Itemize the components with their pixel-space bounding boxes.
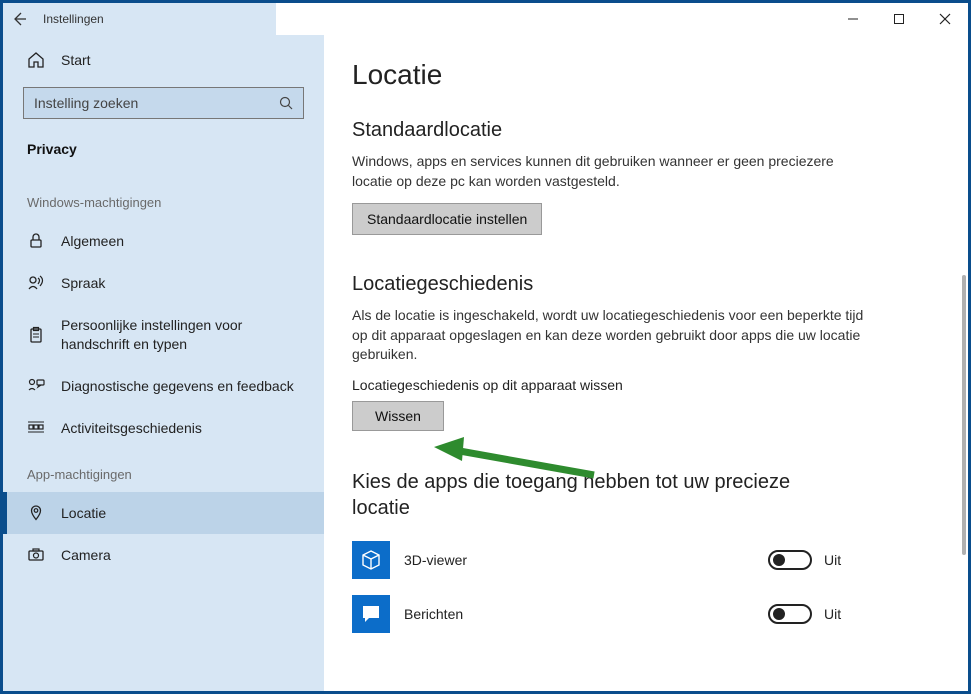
chat-icon [359,602,383,626]
search-input-wrap[interactable] [23,87,304,119]
minimize-icon [847,13,859,25]
titlebar: Instellingen [3,3,968,35]
lock-icon [27,232,45,250]
sidebar-item-label: Algemeen [61,232,124,250]
clear-history-button[interactable]: Wissen [352,401,444,431]
section-apps: Kies de apps die toegang hebben tot uw p… [352,469,928,641]
sidebar-item-label: Camera [61,546,111,564]
camera-icon [27,546,45,564]
sidebar: Start Privacy Windows-machtigingen Algem… [3,35,324,691]
scrollbar-thumb[interactable] [962,275,966,555]
back-button[interactable] [3,3,35,35]
section-desc: Windows, apps en services kunnen dit geb… [352,152,872,191]
sidebar-item-label: Spraak [61,274,105,292]
section-heading: Kies de apps die toegang hebben tot uw p… [352,469,832,521]
sidebar-item-label: Diagnostische gegevens en feedback [61,377,294,395]
app-toggle[interactable] [768,604,812,624]
feedback-icon [27,377,45,395]
sidebar-item-label: Activiteitsgeschiedenis [61,419,202,437]
arrow-left-icon [11,11,27,27]
cube-icon [359,548,383,572]
section-default-location: Standaardlocatie Windows, apps en servic… [352,119,928,235]
clear-history-label: Locatiegeschiedenis op dit apparaat wiss… [352,377,928,393]
main-panel: Locatie Standaardlocatie Windows, apps e… [324,35,968,691]
toggle-state: Uit [824,606,841,622]
app-row: Berichten Uit [352,587,928,641]
sidebar-item-camera[interactable]: Camera [3,534,324,576]
sidebar-item-label: Locatie [61,504,106,522]
search-input[interactable] [34,95,279,111]
group-header-windows: Windows-machtigingen [3,177,324,220]
app-icon-3dviewer [352,541,390,579]
maximize-icon [893,13,905,25]
home-icon [27,51,45,69]
search-icon [279,96,293,110]
sidebar-item-algemeen[interactable]: Algemeen [3,220,324,262]
window-title: Instellingen [43,12,104,26]
close-button[interactable] [922,3,968,35]
section-desc: Als de locatie is ingeschakeld, wordt uw… [352,306,872,365]
minimize-button[interactable] [830,3,876,35]
scrollbar[interactable] [962,95,966,681]
category-label: Privacy [3,133,324,177]
app-toggle[interactable] [768,550,812,570]
page-title: Locatie [352,59,928,91]
sidebar-item-spraak[interactable]: Spraak [3,262,324,304]
sidebar-item-activiteit[interactable]: Activiteitsgeschiedenis [3,407,324,449]
toggle-state: Uit [824,552,841,568]
section-heading: Standaardlocatie [352,119,928,142]
app-row: 3D-viewer Uit [352,533,928,587]
group-header-app: App-machtigingen [3,449,324,492]
set-default-location-button[interactable]: Standaardlocatie instellen [352,203,542,235]
clipboard-icon [27,326,45,344]
speech-icon [27,274,45,292]
home-link[interactable]: Start [3,41,324,79]
history-icon [27,419,45,437]
sidebar-item-handschrift[interactable]: Persoonlijke instellingen voor handschri… [3,304,324,364]
section-location-history: Locatiegeschiedenis Als de locatie is in… [352,273,928,431]
app-name: 3D-viewer [404,552,768,568]
maximize-button[interactable] [876,3,922,35]
section-heading: Locatiegeschiedenis [352,273,928,296]
sidebar-item-diagnost[interactable]: Diagnostische gegevens en feedback [3,365,324,407]
close-icon [939,13,951,25]
home-label: Start [61,52,91,68]
app-icon-berichten [352,595,390,633]
location-icon [27,504,45,522]
sidebar-item-label: Persoonlijke instellingen voor handschri… [61,316,304,352]
sidebar-item-locatie[interactable]: Locatie [3,492,324,534]
app-name: Berichten [404,606,768,622]
